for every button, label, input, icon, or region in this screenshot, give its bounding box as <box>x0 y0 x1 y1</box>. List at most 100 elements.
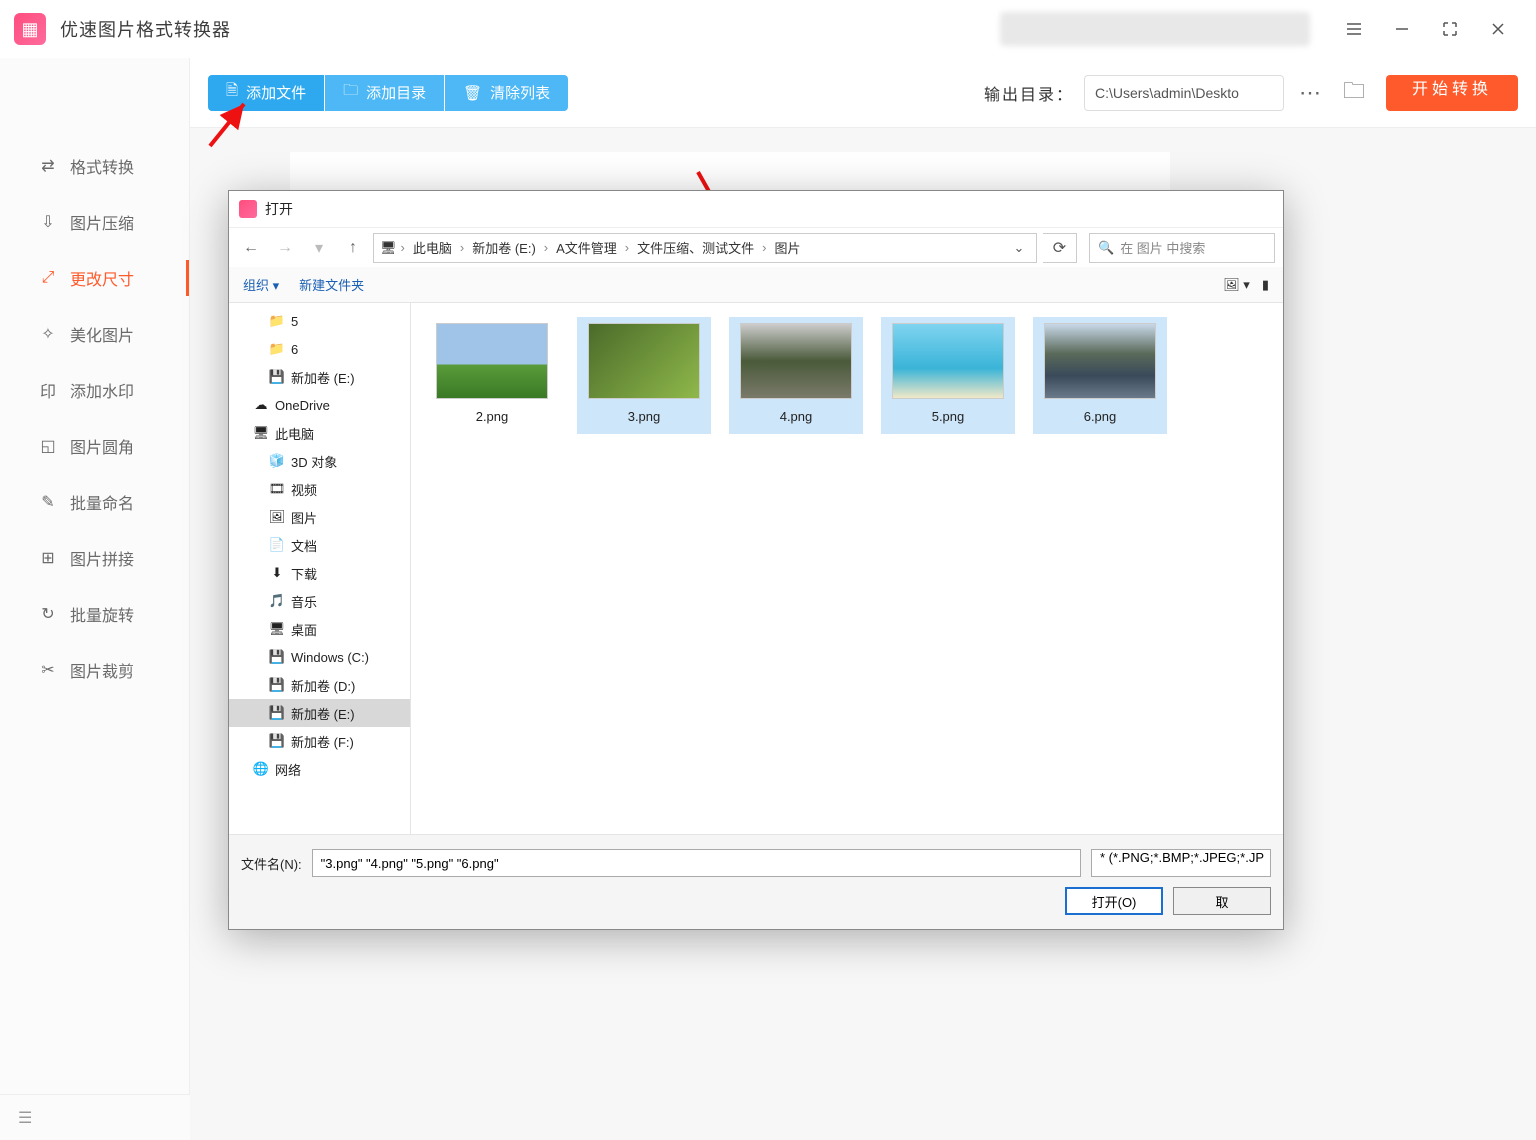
menu-icon[interactable] <box>1330 9 1378 49</box>
new-folder-button[interactable]: 新建文件夹 <box>299 275 364 294</box>
tree-item[interactable]: 📄文档 <box>229 531 410 559</box>
sidebar-item-resize[interactable]: ⤢更改尺寸 <box>0 250 189 306</box>
sidebar-item-label: 图片裁剪 <box>70 658 134 682</box>
tree-item[interactable]: 💾 新加卷 (E:) <box>229 363 410 391</box>
tree-item[interactable]: 🎞视频 <box>229 475 410 503</box>
file-item[interactable]: 6.png <box>1033 317 1167 434</box>
tree-item[interactable]: 💾新加卷 (E:) <box>229 699 410 727</box>
file-item[interactable]: 5.png <box>881 317 1015 434</box>
search-icon: 🔍 <box>1098 240 1114 256</box>
crumb[interactable]: A文件管理 <box>552 238 621 257</box>
tree-item-label: 视频 <box>291 480 317 499</box>
nav-back-icon[interactable]: ← <box>237 234 265 262</box>
pc-icon: 🖥 <box>253 425 269 441</box>
file-name: 2.png <box>476 409 509 424</box>
file-item[interactable]: 4.png <box>729 317 863 434</box>
sidebar-item-corner[interactable]: ◱图片圆角 <box>0 418 189 474</box>
sidebar-item-compress[interactable]: ⇩ 图片压缩 <box>0 194 189 250</box>
close-icon[interactable] <box>1474 9 1522 49</box>
watermark-icon: 印 <box>38 380 58 400</box>
cloud-icon: ☁ <box>253 397 269 413</box>
tree-item[interactable]: 💾Windows (C:) <box>229 643 410 671</box>
file-grid[interactable]: 2.png 3.png4.png5.png 6.png <box>411 303 1283 834</box>
tree-item-label: 图片 <box>291 508 317 527</box>
tree-item-label: 桌面 <box>291 620 317 639</box>
tree-item[interactable]: 📁5 <box>229 307 410 335</box>
sidebar-item-label: 更改尺寸 <box>70 266 134 290</box>
refresh-icon[interactable]: ⟳ <box>1043 233 1077 263</box>
3d-icon: 🧊 <box>269 453 285 469</box>
chevron-down-icon[interactable]: ⌄ <box>1008 240 1030 256</box>
search-input[interactable]: 🔍 在 图片 中搜索 <box>1089 233 1275 263</box>
open-button[interactable]: 打开(O) <box>1065 887 1163 915</box>
tree-item-label: 网络 <box>275 760 301 779</box>
tree-item[interactable]: 🌐 网络 <box>229 755 410 783</box>
view-mode-icon[interactable]: 🖼 ▾ <box>1223 277 1250 293</box>
breadcrumb[interactable]: 🖥 › 此电脑› 新加卷 (E:)› A文件管理› 文件压缩、测试文件› 图片 … <box>373 233 1037 263</box>
desktop-icon: 🖥 <box>269 621 285 637</box>
sidebar-item-label: 图片压缩 <box>70 210 134 234</box>
more-icon[interactable]: ⋯ <box>1292 75 1328 111</box>
clear-button[interactable]: 🗑清除列表 <box>445 75 568 111</box>
tree-item[interactable]: ⬇下载 <box>229 559 410 587</box>
tree-item[interactable]: 🖼图片 <box>229 503 410 531</box>
file-item[interactable]: 2.png <box>425 317 559 434</box>
file-item[interactable]: 3.png <box>577 317 711 434</box>
minimize-icon[interactable] <box>1378 9 1426 49</box>
network-icon: 🌐 <box>253 761 269 777</box>
compress-icon: ⇩ <box>38 212 58 232</box>
crumb[interactable]: 此电脑 <box>409 238 456 257</box>
drive-icon: 💾 <box>269 733 285 749</box>
tree-item-label: 文档 <box>291 536 317 555</box>
file-thumbnail <box>1044 323 1156 399</box>
crumb[interactable]: 图片 <box>771 238 805 257</box>
tree-item[interactable]: 📁6 <box>229 335 410 363</box>
sidebar-item-crop[interactable]: ✂图片裁剪 <box>0 642 189 698</box>
tree-item-label: 新加卷 (E:) <box>291 368 355 387</box>
folder-icon: 📁 <box>269 341 285 357</box>
crumb[interactable]: 文件压缩、测试文件 <box>633 238 758 257</box>
nav-history-icon[interactable]: ▾ <box>305 234 333 262</box>
convert-icon: ⇄ <box>38 156 58 176</box>
nav-forward-icon[interactable]: → <box>271 234 299 262</box>
nav-up-icon[interactable]: ↑ <box>339 234 367 262</box>
tree-item[interactable]: 🖥 桌面 <box>229 615 410 643</box>
file-thumbnail <box>892 323 1004 399</box>
filename-input[interactable] <box>312 849 1081 877</box>
browse-folder-icon[interactable]: 🗀 <box>1336 75 1372 111</box>
organize-menu[interactable]: 组织 ▾ <box>243 275 279 294</box>
maximize-icon[interactable] <box>1426 9 1474 49</box>
tree-item[interactable]: 💾新加卷 (D:) <box>229 671 410 699</box>
add-dir-button[interactable]: 🗀添加目录 <box>325 75 444 111</box>
sidebar-item-stitch[interactable]: ⊞图片拼接 <box>0 530 189 586</box>
tree-item[interactable]: 🖥此电脑 <box>229 419 410 447</box>
sidebar-item-rotate[interactable]: ↻批量旋转 <box>0 586 189 642</box>
dialog-footer: 文件名(N): * (*.PNG;*.BMP;*.JPEG;*.JP 打开(O)… <box>229 834 1283 929</box>
button-label: 添加文件 <box>246 82 306 103</box>
file-filter-select[interactable]: * (*.PNG;*.BMP;*.JPEG;*.JP <box>1091 849 1271 877</box>
toolbar: 🗎添加文件 🗀添加目录 🗑清除列表 输出目录： ⋯ 🗀 开始转换 <box>190 58 1536 128</box>
sidebar-item-watermark[interactable]: 印添加水印 <box>0 362 189 418</box>
sidebar-item-rename[interactable]: ✎批量命名 <box>0 474 189 530</box>
tree-item[interactable]: ☁OneDrive <box>229 391 410 419</box>
sidebar-item-beautify[interactable]: ✧美化图片 <box>0 306 189 362</box>
folder-icon: 🗀 <box>343 80 358 105</box>
rename-icon: ✎ <box>38 492 58 512</box>
output-path-input[interactable] <box>1084 75 1284 111</box>
add-file-button[interactable]: 🗎添加文件 <box>208 75 324 111</box>
rotate-icon: ↻ <box>38 604 58 624</box>
drive-icon: 💾 <box>269 369 285 385</box>
sidebar-item-format[interactable]: ⇄ 格式转换 <box>0 138 189 194</box>
crumb[interactable]: 新加卷 (E:) <box>468 238 540 257</box>
help-icon[interactable]: ▮ <box>1262 277 1269 293</box>
tree-item[interactable]: 💾新加卷 (F:) <box>229 727 410 755</box>
file-name: 6.png <box>1084 409 1117 424</box>
tree-item[interactable]: 🎵音乐 <box>229 587 410 615</box>
folder-tree[interactable]: 📁5📁6 💾 新加卷 (E:) ☁OneDrive🖥此电脑🧊3D 对象🎞视频🖼图片📄文… <box>229 303 411 834</box>
tree-item[interactable]: 🧊3D 对象 <box>229 447 410 475</box>
start-button[interactable]: 开始转换 <box>1386 75 1518 111</box>
dialog-logo-icon <box>239 200 257 218</box>
cancel-button[interactable]: 取 <box>1173 887 1271 915</box>
sidebar-item-label: 格式转换 <box>70 154 134 178</box>
file-thumbnail <box>588 323 700 399</box>
